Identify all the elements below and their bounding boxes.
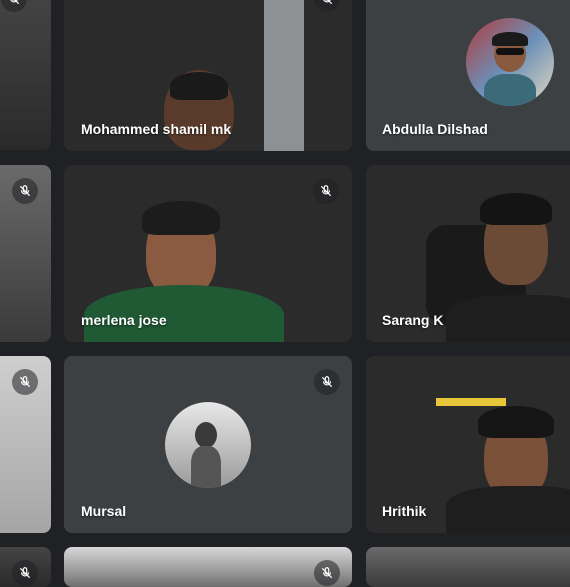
participant-tile[interactable]: Abdulla Dilshad [366, 0, 570, 151]
mic-off-icon [12, 369, 38, 395]
participant-tile-bottom-partial-2[interactable] [64, 547, 352, 587]
mic-off-icon [1, 0, 27, 12]
mic-off-icon [12, 178, 38, 204]
mic-off-icon [12, 560, 38, 586]
mic-off-icon [314, 560, 340, 586]
avatar [165, 402, 251, 488]
avatar [466, 18, 554, 106]
participant-name: merlena jose [81, 312, 167, 328]
participant-tile[interactable]: Mursal [64, 356, 352, 533]
participant-name: Abdulla Dilshad [382, 121, 488, 137]
participant-name: Sarang K [382, 312, 444, 328]
participant-tile-left-partial-3[interactable] [0, 356, 51, 533]
mic-off-icon [313, 178, 339, 204]
participant-name: Mursal [81, 503, 127, 519]
participant-tile[interactable]: Sarang K [366, 165, 570, 342]
participant-tile[interactable]: Mohammed shamil mk [64, 0, 352, 151]
participant-tile-bottom-partial-1[interactable] [0, 547, 51, 587]
mic-off-icon [314, 369, 340, 395]
participant-tile-bottom-partial-3[interactable] [366, 547, 570, 587]
participant-tile[interactable]: Hrithik [366, 356, 570, 533]
participant-tile-left-partial-2[interactable] [0, 165, 51, 342]
participant-tile-left-partial-1[interactable] [0, 0, 51, 150]
participant-tile[interactable]: merlena jose [64, 165, 352, 342]
participant-name: Mohammed shamil mk [81, 121, 232, 137]
participant-name: Hrithik [382, 503, 427, 519]
